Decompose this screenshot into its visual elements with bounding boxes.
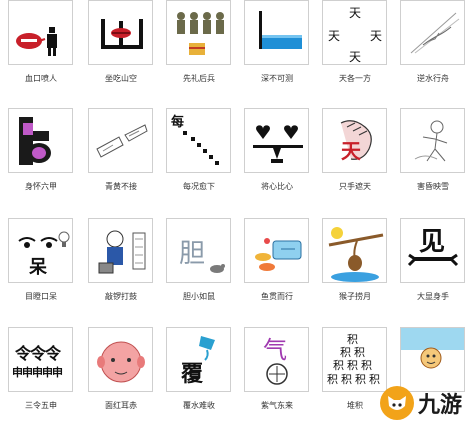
idiom-caption: 覆水难收 <box>183 401 215 410</box>
idiom-picture: 天 天 天 天 <box>322 0 387 65</box>
idiom-caption: 紫气东来 <box>261 401 293 410</box>
idiom-card[interactable]: 每 每况愈下 <box>160 108 238 213</box>
idiom-card[interactable]: 见 大显身手 <box>394 218 472 323</box>
idiom-picture <box>8 108 73 173</box>
idiom-card[interactable]: 身怀六甲 <box>2 108 80 213</box>
idiom-card[interactable]: 将心比心 <box>238 108 316 213</box>
idiom-caption: 坐吃山空 <box>105 74 137 83</box>
idiom-caption: 害昏映雪 <box>417 182 449 191</box>
idiom-picture <box>88 108 153 173</box>
idiom-card[interactable]: 鱼贯而行 <box>238 218 316 323</box>
site-watermark: 九游 <box>380 378 474 428</box>
idiom-picture <box>88 327 153 392</box>
idiom-picture: 气 <box>244 327 309 392</box>
idiom-card[interactable]: 猴子捞月 <box>316 218 394 323</box>
idiom-caption: 面红耳赤 <box>105 401 137 410</box>
idiom-picture: 令令令 申申申申申 <box>8 327 73 392</box>
idiom-picture <box>400 0 465 65</box>
idiom-picture <box>400 108 465 173</box>
idiom-picture <box>244 218 309 283</box>
fox-logo-icon <box>380 386 414 420</box>
idiom-card[interactable]: 气 紫气东来 <box>238 327 316 432</box>
idiom-caption: 目瞪口呆 <box>25 292 57 301</box>
idiom-grid: 血口喷人 坐吃山空 先礼后兵 深不可测 天 天 天 天 天各一方 逆水行舟 身怀… <box>0 0 474 428</box>
idiom-picture <box>166 0 231 65</box>
idiom-card[interactable]: 敲锣打鼓 <box>82 218 160 323</box>
idiom-caption: 血口喷人 <box>25 74 57 83</box>
idiom-picture: 见 <box>400 218 465 283</box>
idiom-caption: 猴子捞月 <box>339 292 371 301</box>
idiom-card[interactable]: 深不可测 <box>238 0 316 105</box>
idiom-caption: 鱼贯而行 <box>261 292 293 301</box>
idiom-card[interactable]: 先礼后兵 <box>160 0 238 105</box>
idiom-card[interactable]: 覆 覆水难收 <box>160 327 238 432</box>
idiom-card[interactable]: 天 只手遮天 <box>316 108 394 213</box>
idiom-caption: 只手遮天 <box>339 182 371 191</box>
idiom-caption: 大显身手 <box>417 292 449 301</box>
idiom-card[interactable]: 胆 胆小如鼠 <box>160 218 238 323</box>
idiom-caption: 三令五申 <box>25 401 57 410</box>
idiom-card[interactable]: 呆 目瞪口呆 <box>2 218 80 323</box>
idiom-picture: 覆 <box>166 327 231 392</box>
idiom-picture: 呆 <box>8 218 73 283</box>
idiom-picture <box>244 108 309 173</box>
idiom-caption: 每况愈下 <box>183 182 215 191</box>
idiom-picture <box>88 218 153 283</box>
idiom-card[interactable]: 血口喷人 <box>2 0 80 105</box>
idiom-caption: 敲锣打鼓 <box>105 292 137 301</box>
idiom-card[interactable]: 面红耳赤 <box>82 327 160 432</box>
idiom-card[interactable]: 害昏映雪 <box>394 108 472 213</box>
idiom-caption: 胆小如鼠 <box>183 292 215 301</box>
idiom-picture: 天 <box>322 108 387 173</box>
idiom-caption: 将心比心 <box>261 182 293 191</box>
idiom-picture <box>244 0 309 65</box>
idiom-picture <box>8 0 73 65</box>
idiom-caption: 天各一方 <box>339 74 371 83</box>
idiom-caption: 先礼后兵 <box>183 74 215 83</box>
idiom-caption: 逆水行舟 <box>417 74 449 83</box>
idiom-picture <box>322 218 387 283</box>
idiom-picture: 胆 <box>166 218 231 283</box>
idiom-card[interactable]: 坐吃山空 <box>82 0 160 105</box>
idiom-caption: 深不可测 <box>261 74 293 83</box>
watermark-text: 九游 <box>418 393 463 418</box>
idiom-caption: 青黄不接 <box>105 182 137 191</box>
idiom-picture: 每 <box>166 108 231 173</box>
idiom-card[interactable]: 青黄不接 <box>82 108 160 213</box>
idiom-card[interactable]: 逆水行舟 <box>394 0 472 105</box>
idiom-caption: 身怀六甲 <box>25 182 57 191</box>
idiom-picture <box>88 0 153 65</box>
idiom-card[interactable]: 天 天 天 天 天各一方 <box>316 0 394 105</box>
idiom-card[interactable]: 令令令 申申申申申 三令五申 <box>2 327 80 432</box>
idiom-picture: 积 积 积 积 积 积 积 积 积 积 <box>322 327 387 392</box>
